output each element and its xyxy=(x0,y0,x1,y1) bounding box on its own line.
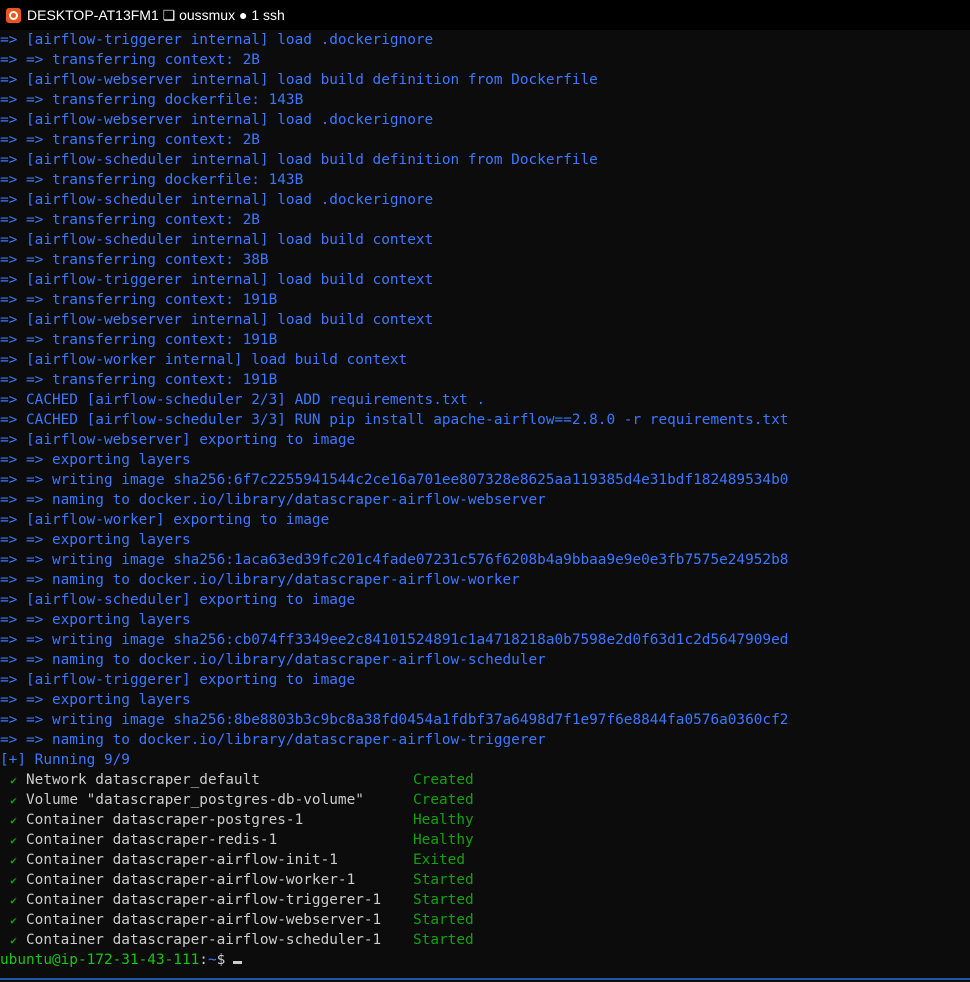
terminal-line: => [airflow-scheduler internal] load bui… xyxy=(0,232,434,248)
terminal-line: => [airflow-worker internal] load build … xyxy=(0,352,408,368)
terminal-line: => => transferring context: 38B xyxy=(0,252,269,268)
window-titlebar: DESKTOP-AT13FM1 ❏ oussmux ● 1 ssh xyxy=(0,0,970,30)
terminal-line: => => writing image sha256:6f7c225594154… xyxy=(0,472,789,488)
prompt-symbol: $ xyxy=(216,952,226,968)
terminal-line: => [airflow-worker] exporting to image xyxy=(0,512,330,528)
terminal-line: [+] Running 9/9 xyxy=(0,752,130,768)
prompt-user-host: ubuntu@ip-172-31-43-111 xyxy=(0,952,200,968)
text-cursor xyxy=(233,961,243,964)
check-mark-icon: ✔ xyxy=(10,874,17,887)
resource-status-line: ✔ Network datascraper_default Created xyxy=(0,770,970,790)
terminal-line: => => writing image sha256:1aca63ed39fc2… xyxy=(0,552,789,568)
terminal-line: => => naming to docker.io/library/datasc… xyxy=(0,732,546,748)
resource-status-line: ✔ Container datascraper-airflow-init-1 Exi… xyxy=(0,850,970,870)
prompt-separator: : xyxy=(199,952,208,968)
resource-status-line: ✔ Container datascraper-postgres-1 Healthy xyxy=(0,810,970,830)
resource-name: Container datascraper-postgres-1 xyxy=(26,812,304,828)
terminal-line: => CACHED [airflow-scheduler 2/3] ADD re… xyxy=(0,392,486,408)
terminal-line: => => exporting layers xyxy=(0,452,191,468)
resource-status: Started xyxy=(413,892,474,908)
terminal-line: => => transferring context: 191B xyxy=(0,292,278,308)
resource-name: Volume "datascraper_postgres-db-volume" xyxy=(26,792,364,808)
terminal-line: => CACHED [airflow-scheduler 3/3] RUN pi… xyxy=(0,412,789,428)
terminal-line: => => transferring context: 2B xyxy=(0,132,260,148)
terminal-output[interactable]: => [airflow-triggerer internal] load .do… xyxy=(0,30,970,980)
terminal-line: => => transferring dockerfile: 143B xyxy=(0,92,304,108)
terminal-line: => => transferring context: 191B xyxy=(0,332,278,348)
resource-status-line: ✔ Container datascraper-airflow-triggerer… xyxy=(0,890,970,910)
shell-prompt-line[interactable]: ubuntu@ip-172-31-43-111:~$ xyxy=(0,950,970,970)
terminal-line: => [airflow-scheduler internal] load .do… xyxy=(0,192,434,208)
terminal-line: => [airflow-webserver internal] load bui… xyxy=(0,312,434,328)
terminal-line: => [airflow-webserver internal] load bui… xyxy=(0,72,598,88)
terminal-line: => => naming to docker.io/library/datasc… xyxy=(0,652,546,668)
terminal-line: => => transferring context: 2B xyxy=(0,212,260,228)
terminal-line: => => writing image sha256:8be8803b3c9bc… xyxy=(0,712,789,728)
terminal-line: => [airflow-scheduler] exporting to imag… xyxy=(0,592,356,608)
terminal-line: => => exporting layers xyxy=(0,692,191,708)
resource-status: Exited xyxy=(413,852,465,868)
terminal-line: => [airflow-webserver internal] load .do… xyxy=(0,112,434,128)
terminal-line: => [airflow-triggerer internal] load bui… xyxy=(0,272,434,288)
terminal-line: => [airflow-triggerer] exporting to imag… xyxy=(0,672,356,688)
resource-status: Created xyxy=(413,792,474,808)
check-mark-icon: ✔ xyxy=(10,854,17,867)
resource-status: Started xyxy=(413,912,474,928)
prompt-path: ~ xyxy=(207,952,217,968)
resource-status-line: ✔ Container datascraper-airflow-worker-1 S… xyxy=(0,870,970,890)
resource-status: Created xyxy=(413,772,474,788)
resource-status-line: ✔ Container datascraper-redis-1 Healthy xyxy=(0,830,970,850)
check-mark-icon: ✔ xyxy=(10,914,17,927)
resource-status-line: ✔ Volume "datascraper_postgres-db-volume"… xyxy=(0,790,970,810)
resource-status: Started xyxy=(413,932,474,948)
resource-name: Container datascraper-redis-1 xyxy=(26,832,278,848)
resource-status: Healthy xyxy=(413,812,474,828)
terminal-line: => => exporting layers xyxy=(0,612,191,628)
terminal-line: => [airflow-scheduler internal] load bui… xyxy=(0,152,598,168)
check-mark-icon: ✔ xyxy=(10,894,17,907)
terminal-line: => => transferring context: 191B xyxy=(0,372,278,388)
terminal-line: => => naming to docker.io/library/datasc… xyxy=(0,492,546,508)
window-title: DESKTOP-AT13FM1 ❏ oussmux ● 1 ssh xyxy=(27,6,285,23)
resource-name: Container datascraper-airflow-worker-1 xyxy=(26,872,356,888)
check-mark-icon: ✔ xyxy=(10,794,17,807)
terminal-line: => => exporting layers xyxy=(0,532,191,548)
check-mark-icon: ✔ xyxy=(10,814,17,827)
resource-status: Started xyxy=(413,872,474,888)
check-mark-icon: ✔ xyxy=(10,834,17,847)
terminal-line: => => transferring dockerfile: 143B xyxy=(0,172,304,188)
resource-name: Container datascraper-airflow-webserver-… xyxy=(26,912,382,928)
check-mark-icon: ✔ xyxy=(10,774,17,787)
resource-status: Healthy xyxy=(413,832,474,848)
terminal-line: => [airflow-webserver] exporting to imag… xyxy=(0,432,356,448)
resource-status-line: ✔ Container datascraper-airflow-webserver… xyxy=(0,910,970,930)
terminal-line: => => writing image sha256:cb074ff3349ee… xyxy=(0,632,789,648)
terminal-line: => => naming to docker.io/library/datasc… xyxy=(0,572,520,588)
resource-name: Container datascraper-airflow-triggerer-… xyxy=(26,892,382,908)
terminal-line: => [airflow-triggerer internal] load .do… xyxy=(0,32,434,48)
resource-status-line: ✔ Container datascraper-airflow-scheduler… xyxy=(0,930,970,950)
resource-name: Container datascraper-airflow-init-1 xyxy=(26,852,338,868)
bottom-divider xyxy=(0,978,970,980)
check-mark-icon: ✔ xyxy=(10,934,17,947)
terminal-line: => => transferring context: 2B xyxy=(0,52,260,68)
resource-name: Container datascraper-airflow-scheduler-… xyxy=(26,932,382,948)
resource-name: Network datascraper_default xyxy=(26,772,260,788)
ubuntu-logo-icon xyxy=(6,7,21,23)
